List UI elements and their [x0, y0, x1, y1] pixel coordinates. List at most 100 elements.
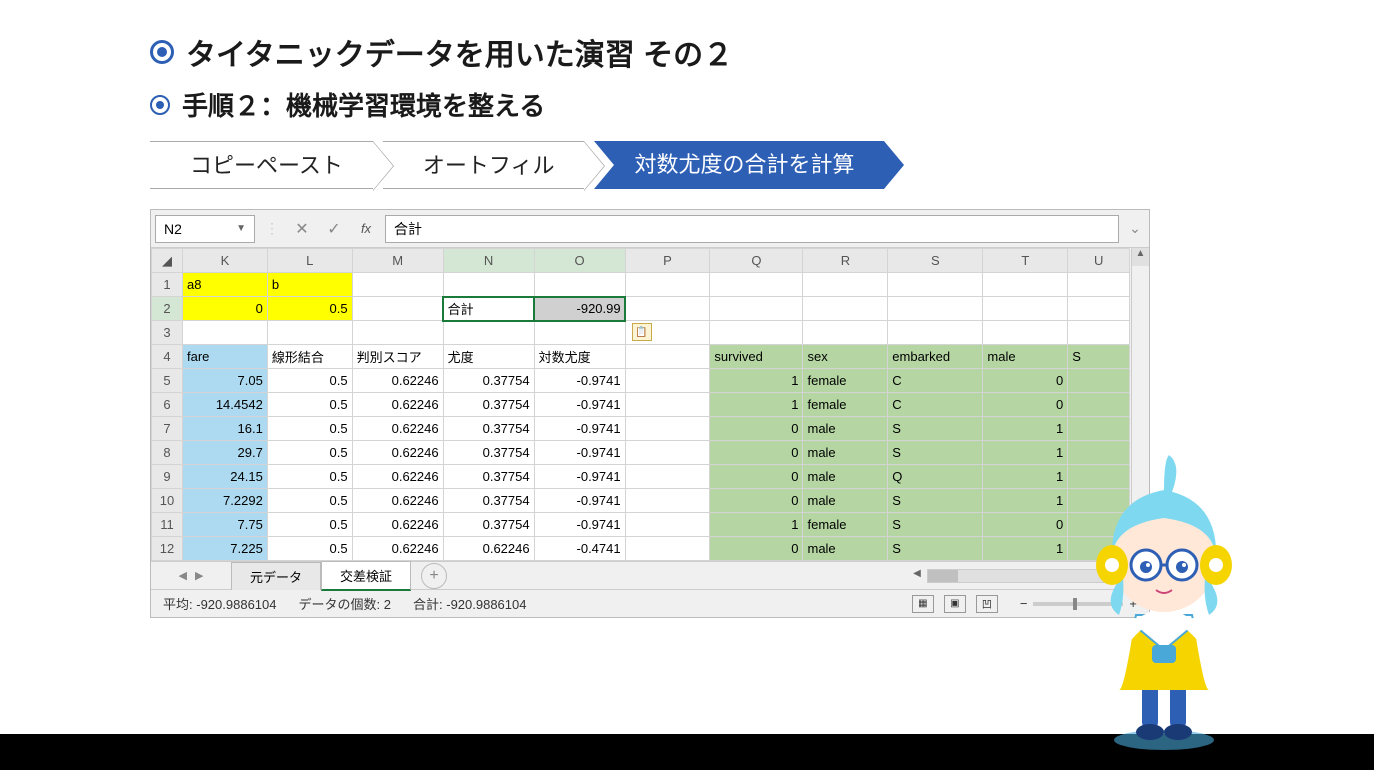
cell[interactable]: 0.5 — [267, 297, 352, 321]
cell[interactable]: 0.5 — [267, 465, 352, 489]
formula-input[interactable]: 合計 — [385, 215, 1119, 243]
cell[interactable]: C — [888, 369, 983, 393]
cancel-icon[interactable]: ✕ — [289, 219, 315, 239]
row-header[interactable]: 11 — [152, 513, 183, 537]
row-header[interactable]: 1 — [152, 273, 183, 297]
cell[interactable]: 7.75 — [183, 513, 268, 537]
cell[interactable]: 14.4542 — [183, 393, 268, 417]
cell[interactable]: 0.62246 — [352, 393, 443, 417]
cell[interactable]: 0.37754 — [443, 489, 534, 513]
table-row[interactable]: 127.2250.50.622460.62246-0.47410maleS1 — [152, 537, 1149, 561]
cell[interactable] — [625, 273, 710, 297]
cell[interactable] — [1068, 369, 1130, 393]
select-all-corner[interactable]: ◢ — [152, 249, 183, 273]
cell[interactable] — [710, 297, 803, 321]
cell[interactable]: 0.5 — [267, 369, 352, 393]
cell[interactable] — [1068, 393, 1130, 417]
cell[interactable]: embarked — [888, 345, 983, 369]
cell[interactable] — [625, 537, 710, 561]
cell[interactable] — [1068, 321, 1130, 345]
table-row[interactable]: 4 fare 線形結合 判別スコア 尤度 対数尤度 survived sex e… — [152, 345, 1149, 369]
cell[interactable]: 1 — [983, 417, 1068, 441]
cell[interactable]: S — [888, 417, 983, 441]
cell[interactable]: 0.5 — [267, 393, 352, 417]
cell[interactable]: 0.5 — [267, 489, 352, 513]
cell[interactable]: survived — [710, 345, 803, 369]
cell[interactable]: 7.225 — [183, 537, 268, 561]
cell[interactable] — [1068, 297, 1130, 321]
cell[interactable]: 0 — [183, 297, 268, 321]
cell[interactable]: 0.62246 — [443, 537, 534, 561]
col-header[interactable]: O — [534, 249, 625, 273]
cell[interactable]: 0.5 — [267, 513, 352, 537]
cell[interactable]: 0.37754 — [443, 465, 534, 489]
cell[interactable]: -0.9741 — [534, 441, 625, 465]
row-header[interactable]: 6 — [152, 393, 183, 417]
table-row[interactable]: 614.45420.50.622460.37754-0.97411femaleC… — [152, 393, 1149, 417]
col-header[interactable]: R — [803, 249, 888, 273]
dropdown-icon[interactable]: ▼ — [236, 223, 246, 234]
cell-selected[interactable]: -920.99 — [534, 297, 625, 321]
horizontal-scrollbar[interactable]: ◀ ▶ — [447, 568, 1149, 584]
enter-icon[interactable]: ✓ — [321, 219, 347, 239]
row-header[interactable]: 9 — [152, 465, 183, 489]
table-row[interactable]: 107.22920.50.622460.37754-0.97410maleS1 — [152, 489, 1149, 513]
cell[interactable] — [625, 489, 710, 513]
row-header[interactable]: 3 — [152, 321, 183, 345]
cell[interactable] — [625, 417, 710, 441]
expand-formula-icon[interactable]: ⌄ — [1125, 220, 1145, 237]
cell[interactable]: Q — [888, 465, 983, 489]
cell[interactable]: 判別スコア — [352, 345, 443, 369]
col-header[interactable]: U — [1068, 249, 1130, 273]
cell[interactable]: 0 — [710, 441, 803, 465]
cell[interactable] — [443, 273, 534, 297]
cell[interactable] — [625, 393, 710, 417]
cell[interactable]: sex — [803, 345, 888, 369]
cell[interactable]: 0.37754 — [443, 513, 534, 537]
cell[interactable]: S — [888, 537, 983, 561]
col-header[interactable]: T — [983, 249, 1068, 273]
page-layout-icon[interactable]: ▣ — [944, 595, 966, 613]
cell[interactable] — [183, 321, 268, 345]
cell[interactable]: -0.9741 — [534, 393, 625, 417]
cell[interactable] — [888, 273, 983, 297]
cell[interactable] — [803, 273, 888, 297]
cell[interactable]: 0.62246 — [352, 417, 443, 441]
cell[interactable]: 尤度 — [443, 345, 534, 369]
table-row[interactable]: 716.10.50.622460.37754-0.97410maleS1 — [152, 417, 1149, 441]
cell[interactable] — [534, 273, 625, 297]
cell[interactable]: 0.62246 — [352, 369, 443, 393]
cell[interactable] — [1068, 273, 1130, 297]
scroll-left-icon[interactable]: ◀ — [909, 568, 925, 584]
cell[interactable] — [625, 297, 710, 321]
cell[interactable]: female — [803, 513, 888, 537]
cell[interactable] — [352, 321, 443, 345]
cell[interactable] — [888, 321, 983, 345]
cell[interactable]: 1 — [710, 393, 803, 417]
cell[interactable]: 対数尤度 — [534, 345, 625, 369]
cell[interactable]: male — [803, 465, 888, 489]
cell[interactable]: 0.62246 — [352, 441, 443, 465]
col-header[interactable]: N — [443, 249, 534, 273]
table-row[interactable]: 117.750.50.622460.37754-0.97411femaleS0 — [152, 513, 1149, 537]
col-header[interactable]: M — [352, 249, 443, 273]
cell[interactable]: 0.62246 — [352, 537, 443, 561]
cell[interactable]: 1 — [710, 369, 803, 393]
row-header[interactable]: 10 — [152, 489, 183, 513]
cell[interactable]: female — [803, 393, 888, 417]
cell[interactable]: 7.05 — [183, 369, 268, 393]
cell[interactable]: 7.2292 — [183, 489, 268, 513]
cell[interactable]: -0.9741 — [534, 465, 625, 489]
cell[interactable]: 0.62246 — [352, 489, 443, 513]
cell[interactable]: male — [983, 345, 1068, 369]
cell[interactable]: 29.7 — [183, 441, 268, 465]
col-header[interactable]: S — [888, 249, 983, 273]
col-header[interactable]: P — [625, 249, 710, 273]
column-headers[interactable]: ◢ K L M N O P Q R S T U — [152, 249, 1149, 273]
col-header[interactable]: K — [183, 249, 268, 273]
sheet-tab-original[interactable]: 元データ — [231, 562, 321, 590]
cell[interactable]: S — [888, 441, 983, 465]
cell[interactable]: a8 — [183, 273, 268, 297]
cell[interactable] — [1068, 417, 1130, 441]
normal-view-icon[interactable]: ▦ — [912, 595, 934, 613]
